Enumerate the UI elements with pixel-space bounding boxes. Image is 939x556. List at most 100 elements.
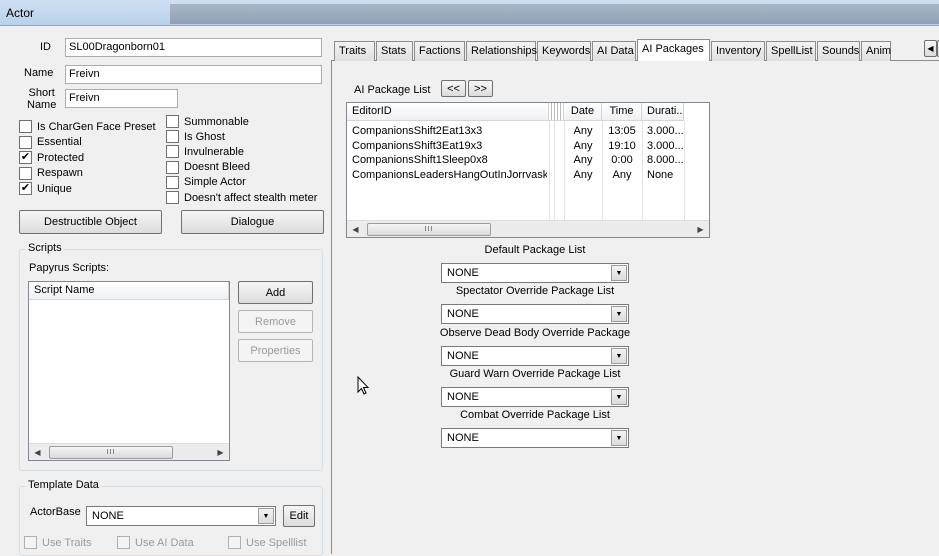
actorbase-value: NONE <box>92 510 124 522</box>
tab-spelllist[interactable]: SpellList <box>766 41 816 61</box>
package-list-dropdown[interactable]: NONE ▼ <box>441 346 629 366</box>
flag-right-checkbox-1[interactable]: Is Ghost <box>166 130 225 144</box>
tab-ai-packages[interactable]: AI Packages <box>637 39 710 61</box>
chevron-down-icon[interactable]: ▼ <box>611 265 627 281</box>
edit-actorbase-button[interactable]: Edit <box>283 505 315 527</box>
tab-factions[interactable]: Factions <box>414 41 465 61</box>
chevron-down-icon[interactable]: ▼ <box>611 389 627 405</box>
chevron-down-icon[interactable]: ▼ <box>611 430 627 446</box>
ai-package-list[interactable]: EditorID Date Time Durati... CompanionsS… <box>346 102 710 238</box>
editorid-cell: CompanionsShift1Sleep0x8 <box>352 154 488 166</box>
flag-right-checkbox-2[interactable]: Invulnerable <box>166 145 244 159</box>
checkbox-box[interactable] <box>166 191 179 204</box>
package-list-dropdown[interactable]: NONE ▼ <box>441 387 629 407</box>
properties-button[interactable]: Properties <box>238 339 313 362</box>
use-traits-checkbox[interactable]: Use Traits <box>24 536 92 549</box>
editorid-column-header[interactable]: EditorID <box>347 103 549 121</box>
short-name-label: Short Name <box>27 87 57 111</box>
flag-left-checkbox-3[interactable]: Respawn <box>19 166 83 180</box>
destructible-object-button[interactable]: Destructible Object <box>19 210 162 234</box>
flag-left-checkbox-label: Essential <box>37 136 82 148</box>
scripts-group-label: Scripts <box>26 242 64 254</box>
package-list-value: NONE <box>447 350 479 362</box>
scroll-right-icon[interactable]: ▶ <box>212 444 229 461</box>
list-item[interactable]: CompanionsShift1Sleep0x8 Any 0:00 8.000... <box>347 153 707 167</box>
list-item[interactable]: CompanionsShift3Eat19x3 Any 19:10 3.000... <box>347 139 707 153</box>
actorbase-dropdown[interactable]: NONE ▼ <box>86 506 276 526</box>
script-name-column-header[interactable]: Script Name <box>29 282 229 300</box>
flag-right-checkbox-3[interactable]: Doesnt Bleed <box>166 160 250 174</box>
use-ai-data-checkbox[interactable]: Use AI Data <box>117 536 194 549</box>
scripts-scroll-thumb[interactable]: III <box>49 446 173 459</box>
checkmark-icon[interactable]: ✔ <box>19 182 32 195</box>
list-item[interactable]: CompanionsShift2Eat13x3 Any 13:05 3.000... <box>347 124 707 138</box>
package-list-label: Spectator Override Package List <box>455 285 615 297</box>
tab-sounds[interactable]: Sounds <box>817 41 860 61</box>
id-field[interactable]: SL00Dragonborn01 <box>65 38 322 57</box>
checkbox-box[interactable] <box>166 130 179 144</box>
prev-package-button[interactable]: << <box>441 80 466 97</box>
package-scroll-thumb[interactable]: III <box>367 223 491 236</box>
package-list-label: Default Package List <box>484 244 586 256</box>
package-list-label: Guard Warn Override Package List <box>449 368 621 380</box>
use-spelllist-checkbox[interactable]: Use Spelllist <box>228 536 307 549</box>
template-data-group-label: Template Data <box>26 479 101 491</box>
scroll-right-icon[interactable]: ▶ <box>692 221 709 237</box>
dialogue-button[interactable]: Dialogue <box>181 210 324 234</box>
tab-keywords[interactable]: Keywords <box>537 41 591 61</box>
flag-right-checkbox-0[interactable]: Summonable <box>166 115 249 128</box>
flag-right-checkbox-4[interactable]: Simple Actor <box>166 175 246 189</box>
time-cell: 13:05 <box>608 125 636 137</box>
tab-stats[interactable]: Stats <box>376 41 413 61</box>
checkbox-box[interactable] <box>166 145 179 159</box>
checkbox-box[interactable] <box>166 175 179 189</box>
chevron-down-icon[interactable]: ▼ <box>258 508 274 524</box>
duration-column-header[interactable]: Durati... <box>642 103 684 121</box>
checkbox-box[interactable] <box>166 115 179 128</box>
date-cell: Any <box>573 154 593 166</box>
tab-scroll-left-icon[interactable]: ◀ <box>924 40 937 57</box>
date-column-header[interactable]: Date <box>564 103 602 121</box>
title-bar: Actor <box>0 0 939 26</box>
scripts-horizontal-scrollbar[interactable]: ◀ III ▶ <box>29 443 229 460</box>
tab-ai-data[interactable]: AI Data <box>592 41 636 61</box>
flag-left-checkbox-0[interactable]: Is CharGen Face Preset <box>19 120 156 133</box>
chevron-down-icon[interactable]: ▼ <box>611 348 627 364</box>
package-horizontal-scrollbar[interactable]: ◀ III ▶ <box>347 220 709 237</box>
checkbox-box[interactable] <box>19 135 32 149</box>
flag-left-checkbox-label: Unique <box>37 182 72 195</box>
package-list-dropdown[interactable]: NONE ▼ <box>441 428 629 448</box>
ai-package-list-label: AI Package List <box>354 84 431 96</box>
flag-left-checkbox-label: Respawn <box>37 167 83 179</box>
flag-right-checkbox-label: Is Ghost <box>184 130 225 143</box>
tab-relationships[interactable]: Relationships <box>466 41 537 61</box>
next-package-button[interactable]: >> <box>468 80 493 97</box>
checkmark-icon[interactable]: ✔ <box>19 151 32 164</box>
list-item[interactable]: CompanionsLeadersHangOutInJorrvaskr Any An… <box>347 168 707 182</box>
remove-script-button[interactable]: Remove <box>238 310 313 333</box>
flag-right-checkbox-5[interactable]: Doesn't affect stealth meter <box>166 191 317 204</box>
scripts-list[interactable]: Script Name ◀ III ▶ <box>28 281 230 461</box>
mouse-cursor-icon <box>357 376 369 395</box>
scroll-left-icon[interactable]: ◀ <box>347 221 364 237</box>
tab-traits[interactable]: Traits <box>334 41 375 61</box>
chevron-down-icon[interactable]: ▼ <box>611 306 627 322</box>
package-list-dropdown[interactable]: NONE ▼ <box>441 304 629 324</box>
checkbox-box[interactable] <box>19 166 32 180</box>
checkbox-box[interactable] <box>166 160 179 174</box>
flag-left-checkbox-1[interactable]: Essential <box>19 135 82 149</box>
duration-cell: None <box>647 168 674 181</box>
duration-cell: 8.000... <box>647 154 684 166</box>
flag-left-checkbox-4[interactable]: ✔ Unique <box>19 182 72 195</box>
name-field[interactable]: Freivn <box>65 65 322 84</box>
checkbox-box[interactable] <box>19 120 32 133</box>
add-script-button[interactable]: Add <box>238 281 313 304</box>
package-list-dropdown[interactable]: NONE ▼ <box>441 263 629 283</box>
scroll-left-icon[interactable]: ◀ <box>29 444 46 461</box>
tab-inventory[interactable]: Inventory <box>711 41 765 61</box>
flag-left-checkbox-2[interactable]: ✔ Protected <box>19 151 84 164</box>
column-splitter[interactable] <box>549 103 564 121</box>
short-name-field[interactable]: Freivn <box>65 89 178 108</box>
time-column-header[interactable]: Time <box>602 103 642 121</box>
tab-anim[interactable]: Anim <box>861 41 891 61</box>
